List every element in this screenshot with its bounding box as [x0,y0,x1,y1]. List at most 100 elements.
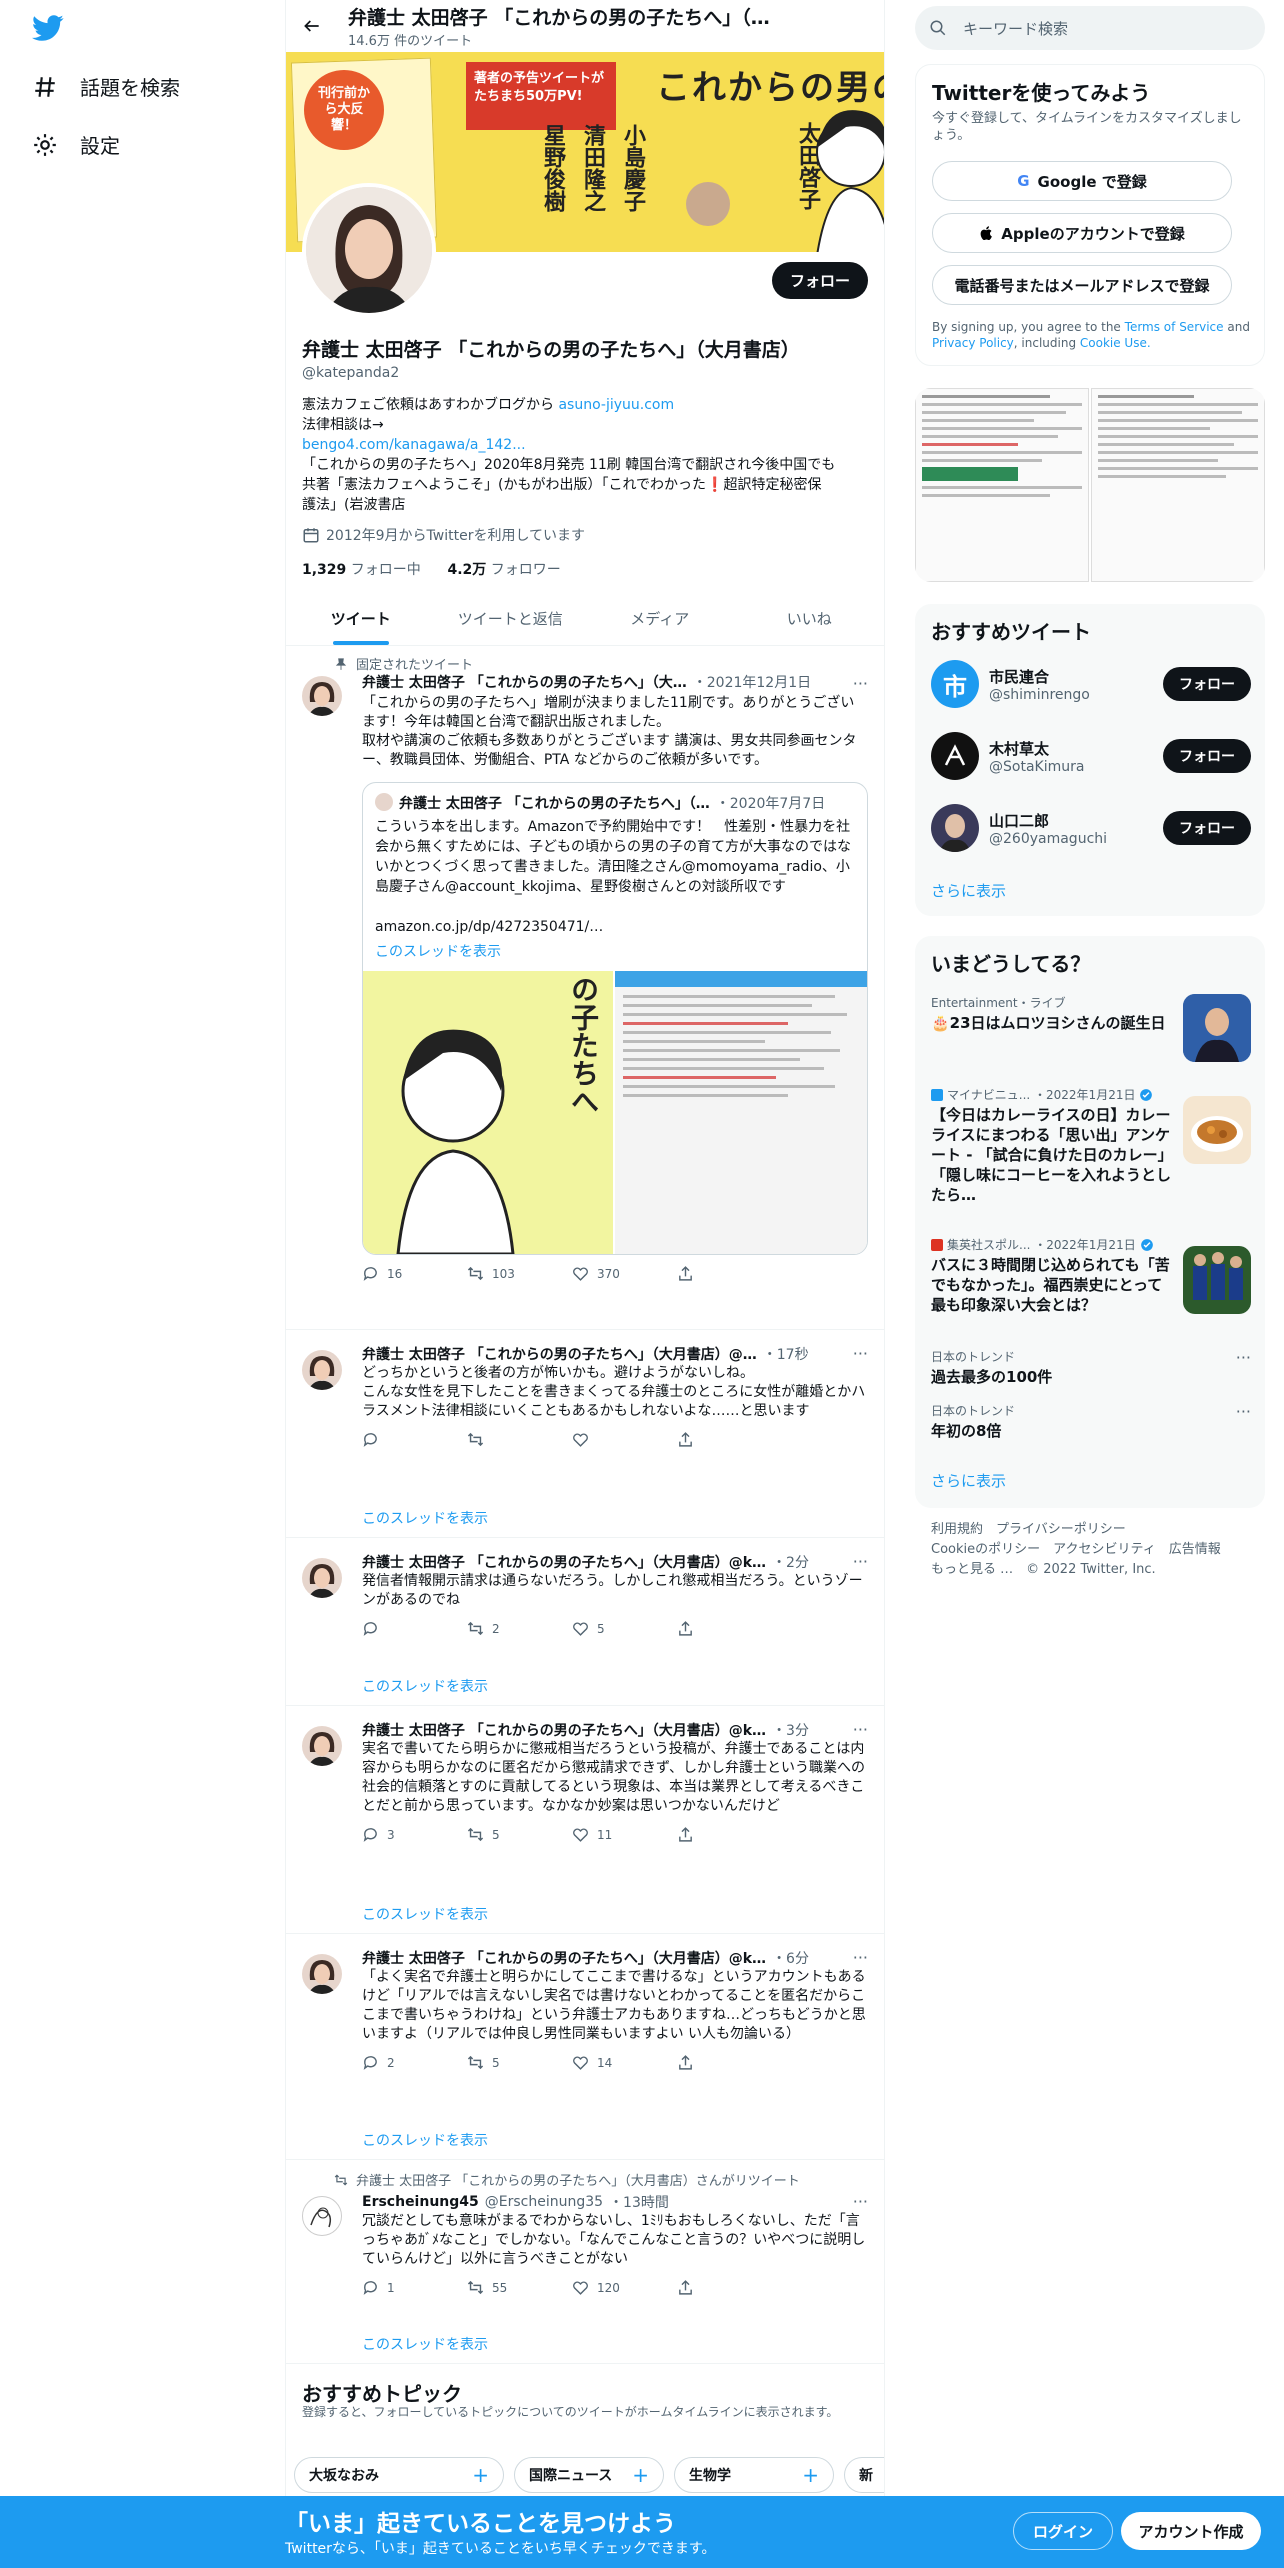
tweet-author[interactable]: 弁護士 太田啓子 「これからの男の子たちへ」（大月書店）@… [362,1344,757,1364]
recommended-user[interactable]: 山口二郎 @260yamaguchi フォロー [931,804,1251,852]
tweet-author[interactable]: 弁護士 太田啓子 「これからの男の子たちへ」（大月書店）@k… [362,1552,766,1572]
retweet-button[interactable]: 103 [467,1265,572,1282]
like-button[interactable]: 14 [572,2054,677,2071]
show-thread-link[interactable]: このスレッドを表示 [362,2334,488,2354]
footer-line-1[interactable]: 利用規約 プライバシーポリシー [931,1520,1251,1540]
twitter-logo-icon[interactable] [30,12,66,44]
avatar[interactable] [302,1558,342,1598]
media-thumbnails[interactable] [915,388,1265,582]
reply-button[interactable]: 2 [362,2054,467,2071]
media-thumb[interactable] [915,388,1089,582]
login-button[interactable]: ログイン [1013,2512,1113,2550]
retweet-button[interactable] [467,1431,572,1448]
tweet-time[interactable]: ・3分 [772,1720,809,1740]
reply-button[interactable] [362,1431,467,1448]
back-arrow-icon[interactable] [302,16,322,36]
follow-button[interactable]: フォロー [771,262,868,299]
nav-settings[interactable]: 設定 [32,130,120,159]
more-icon[interactable]: ··· [1236,1402,1251,1421]
phone-signup-button[interactable]: 電話番号またはメールアドレスで登録 [932,265,1232,305]
tab-tweets[interactable]: ツイート [286,592,436,645]
retweeted-by[interactable]: 弁護士 太田啓子 「これからの男の子たちへ」（大月書店）さんがリツイート [356,2170,800,2189]
follow-button[interactable]: フォロー [1163,811,1251,845]
follow-button[interactable]: フォロー [1163,739,1251,773]
avatar[interactable] [302,676,342,716]
share-button[interactable] [677,1620,782,1637]
more-icon[interactable]: ··· [853,1720,868,1739]
follow-button[interactable]: フォロー [1163,667,1251,701]
terms-link[interactable]: Terms of Service [1125,320,1224,334]
trends-more-link[interactable]: さらに表示 [931,1470,1006,1491]
more-icon[interactable]: ··· [853,1552,868,1571]
more-icon[interactable]: ··· [853,1948,868,1967]
tweet-pinned[interactable]: 固定されたツイート ··· 弁護士 太田啓子 「これからの男の子たちへ」（大… ・… [286,646,884,1330]
apple-signup-button[interactable]: Appleのアカウントで登録 [932,213,1232,253]
like-button[interactable] [572,1431,677,1448]
tweet[interactable]: ··· 弁護士 太田啓子 「これからの男の子たちへ」（大月書店）@k… ・2分 発… [286,1538,884,1706]
quoted-tweet[interactable]: 弁護士 太田啓子 「これからの男の子たちへ」（… ・2020年7月7日 こういう… [362,782,868,1255]
tweet-time[interactable]: ・13時間 [609,2192,669,2212]
show-thread-link[interactable]: このスレッドを表示 [362,2130,488,2150]
recommended-user[interactable]: 木村草太 @SotaKimura フォロー [931,732,1251,780]
cookie-link[interactable]: Cookie Use. [1080,336,1151,350]
tweet[interactable]: ··· 弁護士 太田啓子 「これからの男の子たちへ」（大月書店）@… ・17秒 ど… [286,1330,884,1538]
tweet-handle[interactable]: @Erscheinung35 [485,2194,603,2210]
tweet[interactable]: ··· 弁護士 太田啓子 「これからの男の子たちへ」（大月書店）@k… ・3分 実… [286,1706,884,1934]
create-account-button[interactable]: アカウント作成 [1121,2512,1261,2550]
reply-button[interactable]: 3 [362,1826,467,1843]
like-button[interactable]: 11 [572,1826,677,1843]
quote-show-thread[interactable]: このスレッドを表示 [363,937,867,961]
trend-item[interactable]: 日本のトレンド 過去最多の100件 ··· [931,1348,1251,1404]
google-signup-button[interactable]: G Google で登録 [932,161,1232,201]
trend-item[interactable]: 日本のトレンド 年初の8倍 ··· [931,1402,1251,1458]
tweet[interactable]: ··· 弁護士 太田啓子 「これからの男の子たちへ」（大月書店）@k… ・6分 「… [286,1934,884,2160]
reply-button[interactable]: 1 [362,2279,467,2296]
like-button[interactable]: 5 [572,1620,677,1637]
like-button[interactable]: 370 [572,1265,677,1282]
share-button[interactable] [677,1265,782,1282]
retweet-button[interactable]: 5 [467,2054,572,2071]
more-icon[interactable]: ··· [853,674,868,693]
nav-explore[interactable]: 話題を検索 [32,72,180,101]
search-input[interactable]: キーワード検索 [963,18,1068,39]
share-button[interactable] [677,2054,782,2071]
show-thread-link[interactable]: このスレッドを表示 [362,1904,488,1924]
avatar[interactable] [302,1350,342,1390]
retweet-button[interactable]: 2 [467,1620,572,1637]
topic-chip[interactable]: 生物学 + [674,2457,834,2493]
bio-link-asuno[interactable]: asuno-jiyuu.com [558,397,674,413]
tweet-author[interactable]: 弁護士 太田啓子 「これからの男の子たちへ」（大… [362,672,687,692]
recommended-more-link[interactable]: さらに表示 [931,880,1006,901]
share-button[interactable] [677,1431,782,1448]
trend-item[interactable]: マイナビニュ... ・2022年1月21日 【今日はカレーライスの日】カレーライ… [931,1086,1251,1226]
topic-chip[interactable]: 新 [844,2457,884,2493]
tweet-author[interactable]: 弁護士 太田啓子 「これからの男の子たちへ」（大月書店）@k… [362,1948,766,1968]
more-icon[interactable]: ··· [1236,1348,1251,1367]
followers-link[interactable]: 4.2万 フォロワー [447,562,560,578]
tweet-time[interactable]: ・17秒 [763,1344,809,1364]
tweet-retweeted[interactable]: 弁護士 太田啓子 「これからの男の子たちへ」（大月書店）さんがリツイート ···… [286,2160,884,2364]
profile-avatar[interactable] [302,183,436,317]
trend-item[interactable]: 集英社スポル... ・2022年1月21日 バスに３時間閉じ込められても「苦でも… [931,1236,1251,1356]
topic-chip[interactable]: 国際ニュース + [514,2457,664,2493]
tab-likes[interactable]: いいね [735,592,885,645]
avatar[interactable] [302,2196,342,2236]
retweet-button[interactable]: 5 [467,1826,572,1843]
bio-link-bengo4[interactable]: bengo4.com/kanagawa/a_142... [302,437,526,453]
reply-button[interactable]: 16 [362,1265,467,1282]
show-thread-link[interactable]: このスレッドを表示 [362,1676,488,1696]
following-link[interactable]: 1,329 フォロー中 [302,562,421,578]
recommended-user[interactable]: 市 市民連合 @shiminrengo フォロー [931,660,1251,708]
footer-line-3[interactable]: もっと見る … © 2022 Twitter, Inc. [931,1560,1251,1580]
retweet-button[interactable]: 55 [467,2279,572,2296]
share-button[interactable] [677,2279,782,2296]
tweet-author[interactable]: Erscheinung45 [362,2194,479,2210]
tab-tweets-replies[interactable]: ツイートと返信 [436,592,586,645]
like-button[interactable]: 120 [572,2279,677,2296]
reply-button[interactable] [362,1620,467,1637]
show-thread-link[interactable]: このスレッドを表示 [362,1508,488,1528]
footer-line-2[interactable]: Cookieのポリシー アクセシビリティ 広告情報 [931,1540,1251,1560]
more-icon[interactable]: ··· [853,1344,868,1363]
avatar[interactable] [302,1726,342,1766]
privacy-link[interactable]: Privacy Policy [932,336,1014,350]
